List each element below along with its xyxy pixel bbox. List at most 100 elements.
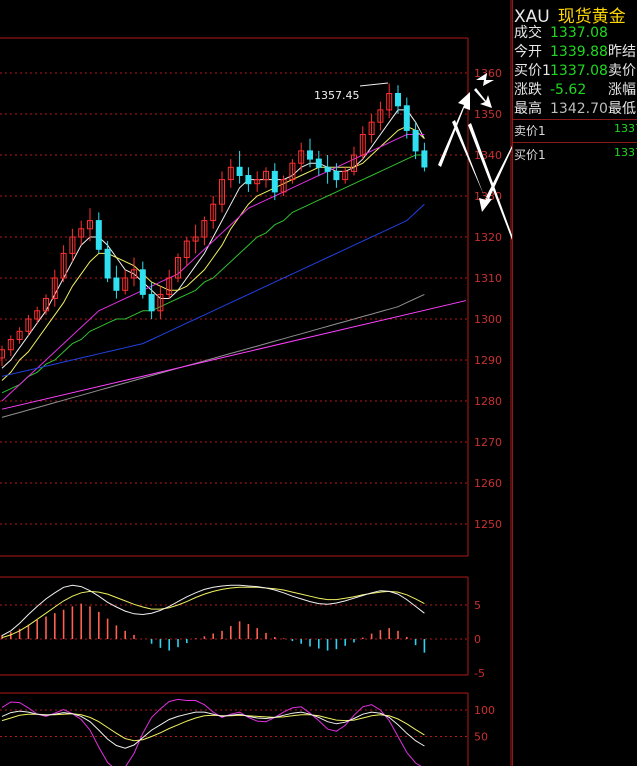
candle-body (412, 129, 419, 152)
kdj-chart-grid (0, 692, 469, 766)
candle (122, 269, 129, 295)
y-tick-label: 5 (474, 599, 481, 612)
quote-row-bid: 买价11337.08卖价 (514, 62, 636, 80)
quote-row-last: 成交 1337.08 (514, 24, 608, 42)
candle (157, 286, 164, 319)
high-price-annotation: 1357.45 (314, 82, 389, 102)
y-tick-label: 50 (474, 731, 488, 744)
quote-row-open: 今开 1339.88昨结 (514, 43, 636, 61)
moving-average-line (1, 134, 425, 402)
candle (342, 167, 349, 184)
candle (227, 159, 234, 188)
candle (60, 245, 67, 283)
candle-body (236, 166, 243, 177)
candle-body (307, 150, 313, 160)
y-tick-label: 1250 (474, 518, 502, 531)
candle (298, 142, 305, 172)
moving-average-line (1, 293, 425, 418)
sell-value: 1337 (614, 122, 637, 135)
candle (368, 114, 375, 143)
quote-label: 成交 (514, 25, 542, 41)
candle (16, 327, 23, 344)
candle (175, 253, 181, 283)
candle (51, 269, 58, 307)
quote-extra-label: 涨幅 (608, 82, 636, 98)
main-y-axis-ticks: 1250126012701280129013001310132013301340… (474, 67, 502, 531)
macd-y-axis-ticks: -5 0 5 (474, 599, 485, 680)
quote-value: -5.62 (550, 82, 587, 98)
candle (236, 150, 243, 184)
quote-label: 今开 (514, 44, 542, 60)
candle (43, 294, 49, 315)
y-tick-label: 1320 (474, 231, 502, 244)
candle-body (148, 293, 155, 312)
trend-line (1, 300, 467, 410)
panel-divider (512, 142, 637, 143)
candle (386, 83, 393, 119)
candle (78, 220, 85, 246)
sell-quote-row: 卖价1 1337 (514, 122, 637, 139)
candle (377, 101, 384, 131)
candle (87, 208, 93, 242)
candle (148, 282, 155, 319)
quote-value: 1339.88 (550, 44, 608, 60)
candle-body (271, 170, 278, 193)
quote-row-high: 最高 1342.70最低 (514, 100, 636, 118)
candle (69, 228, 76, 262)
arrow-shape (438, 92, 470, 167)
y-tick-label: -5 (474, 667, 485, 680)
candle-body (333, 170, 340, 181)
kdj-k-line (1, 710, 425, 749)
y-tick-label: 1350 (474, 108, 502, 121)
candle-body (324, 166, 331, 172)
candlestick-series (0, 83, 428, 367)
candle (245, 167, 252, 192)
kdj-y-axis-ticks: 50 100 (474, 704, 495, 744)
candle-body (113, 277, 120, 291)
quote-extra-label: 卖价 (608, 63, 636, 79)
candle-body (315, 158, 322, 168)
panel-divider (512, 119, 637, 120)
arrow-shape (474, 88, 492, 108)
candle (192, 224, 199, 254)
candle-body (139, 269, 146, 295)
candle (271, 163, 278, 201)
quote-value: 1342.70 (550, 101, 608, 117)
candle (289, 159, 296, 184)
buy-value: 1337 (614, 146, 637, 159)
candle (412, 122, 419, 160)
buy-quote-row: 买价1 1337 (514, 146, 637, 163)
candle-body (403, 105, 410, 131)
candle (324, 155, 331, 184)
candle (351, 146, 357, 176)
y-tick-label: 1290 (474, 354, 502, 367)
candle (219, 171, 225, 213)
y-tick-label: 1300 (474, 313, 502, 326)
y-tick-label: 1280 (474, 395, 502, 408)
y-tick-label: 1270 (474, 436, 502, 449)
candle (95, 212, 102, 254)
quote-extra-label: 最低 (608, 101, 636, 117)
moving-average-line (1, 109, 425, 369)
quote-value: 1337.08 (550, 63, 608, 79)
moving-average-lines (1, 109, 467, 418)
candle (183, 237, 190, 266)
y-tick-label: 1260 (474, 477, 502, 490)
macd-dif-line (1, 584, 425, 637)
y-tick-label: 0 (474, 633, 481, 646)
candle (0, 345, 5, 367)
high-price-label: 1357.45 (314, 89, 360, 102)
candle (113, 265, 120, 299)
main-chart-frame (0, 0, 512, 766)
quote-value: 1337.08 (550, 25, 608, 41)
candle (7, 335, 14, 356)
candle-body (245, 175, 252, 185)
quote-label: 涨跌 (514, 82, 542, 98)
y-tick-label: 1360 (474, 67, 502, 80)
quote-row-change: 涨跌 -5.62 涨幅 (514, 81, 636, 99)
candle (263, 167, 269, 188)
y-tick-label: 1310 (474, 272, 502, 285)
candle-body (421, 150, 428, 168)
candle (210, 196, 217, 229)
candle (403, 97, 410, 139)
